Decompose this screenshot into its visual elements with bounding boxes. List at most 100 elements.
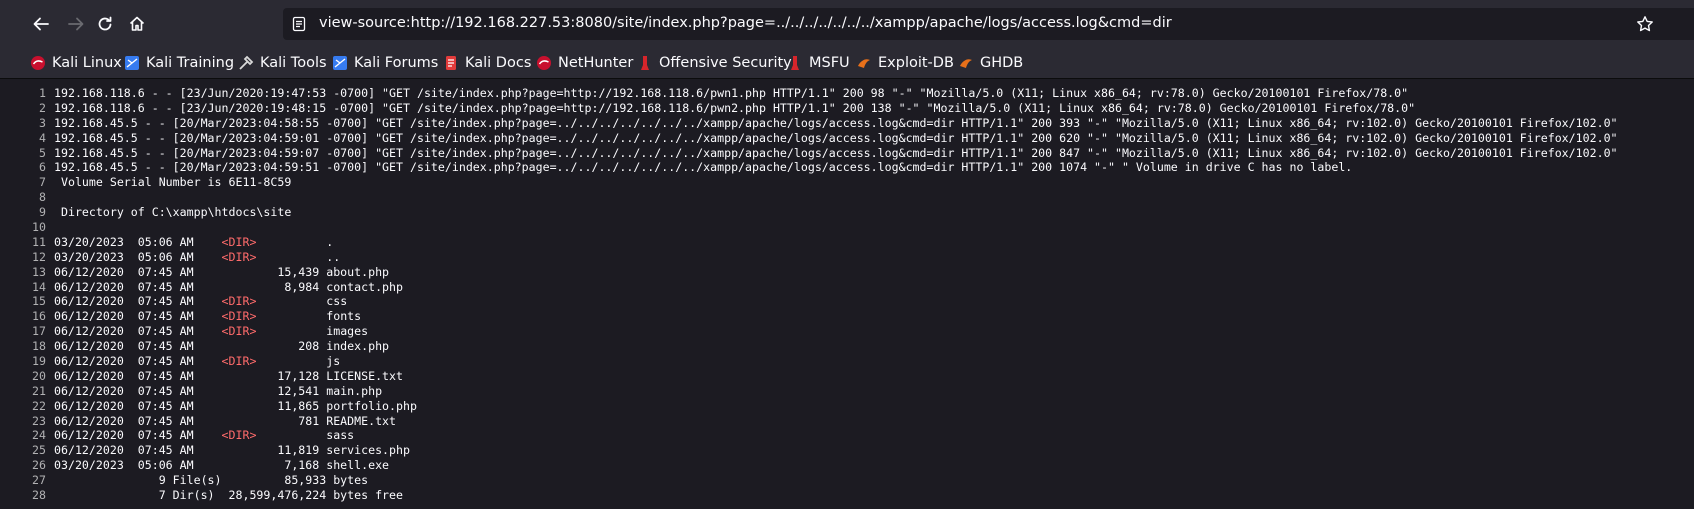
line-text-main: 06/12/2020 07:45 AM 17,128 LICENSE.txt xyxy=(54,368,404,383)
offensive-security-icon xyxy=(637,55,653,71)
source-line: 17 06/12/2020 07:45 AM <DIR> images xyxy=(0,324,1694,339)
bookmark-star-icon[interactable] xyxy=(1636,15,1654,37)
line-text-main: 192.168.118.6 - - [23/Jun/2020:19:47:53 … xyxy=(54,86,1409,100)
line-number: 13 xyxy=(32,264,46,279)
line-text-main: 03/20/2023 05:06 AM 7,168 shell.exe xyxy=(54,458,390,473)
source-line: 27 9 File(s) 85,933 bytes xyxy=(0,473,1694,488)
source-line: 9 Directory of C:\xampp\htdocs\site xyxy=(0,205,1694,220)
line-number: 27 xyxy=(32,473,46,488)
line-number: 28 xyxy=(32,488,46,503)
line-number: 26 xyxy=(32,458,46,473)
bookmark-nethunter[interactable]: NetHunter xyxy=(536,53,633,73)
source-line: 4 192.168.45.5 - - [20/Mar/2023:04:59:01 … xyxy=(0,131,1694,146)
kali-docs-icon xyxy=(443,55,459,71)
line-text-main: 06/12/2020 07:45 AM 11,819 services.php xyxy=(54,443,410,458)
line-text: 06/12/2020 07:45 AM 208 index.php xyxy=(54,339,389,354)
line-text-main: 192.168.45.5 - - [20/Mar/2023:04:59:01 -… xyxy=(54,130,1618,145)
line-text-main: 192.168.45.5 - - [20/Mar/2023:04:59:07 -… xyxy=(54,145,1618,160)
browser-toolbar: view-source:http://192.168.227.53:8080/s… xyxy=(0,0,1694,48)
bookmark-ghdb[interactable]: GHDB xyxy=(958,53,1023,73)
dir-tag: <DIR> xyxy=(221,234,257,249)
line-text: 06/12/2020 07:45 AM 17,128 LICENSE.txt xyxy=(54,369,403,384)
bookmark-kali-docs[interactable]: Kali Docs xyxy=(443,53,531,73)
line-text: 06/12/2020 07:45 AM <DIR> js xyxy=(54,354,340,369)
forward-button[interactable] xyxy=(62,10,90,38)
line-number: 21 xyxy=(32,383,46,398)
source-line: 3 192.168.45.5 - - [20/Mar/2023:04:58:55 … xyxy=(0,116,1694,131)
line-number: 17 xyxy=(32,324,46,339)
line-number: 4 xyxy=(39,130,46,145)
bookmark-kali-forums[interactable]: Kali Forums xyxy=(332,53,438,73)
bookmark-kali-linux[interactable]: Kali Linux xyxy=(30,53,122,73)
line-number: 11 xyxy=(32,234,46,249)
bookmark-label: NetHunter xyxy=(558,55,634,71)
source-line: 5 192.168.45.5 - - [20/Mar/2023:04:59:07 … xyxy=(0,146,1694,161)
source-line: 1 192.168.118.6 - - [23/Jun/2020:19:47:53… xyxy=(0,86,1694,101)
arrow-right-icon xyxy=(68,17,84,31)
line-text: 06/12/2020 07:45 AM 8,984 contact.php xyxy=(54,280,403,295)
bookmark-label: GHDB xyxy=(980,55,1024,71)
bookmark-kali-tools[interactable]: Kali Tools xyxy=(238,53,327,73)
source-line: 13 06/12/2020 07:45 AM 15,439 about.php xyxy=(0,265,1694,280)
line-text-main: 7 Dir(s) 28,599,476,224 bytes free xyxy=(54,488,404,503)
source-line: 8 xyxy=(0,190,1694,205)
line-text-main: Volume Serial Number is 6E11-8C59 xyxy=(54,175,292,190)
line-number: 18 xyxy=(32,339,46,354)
bookmark-exploit-db[interactable]: Exploit-DB xyxy=(856,53,954,73)
line-text: 192.168.118.6 - - [23/Jun/2020:19:48:15 … xyxy=(54,101,1415,116)
line-number: 16 xyxy=(32,309,46,324)
line-number: 19 xyxy=(32,354,46,369)
source-line: 14 06/12/2020 07:45 AM 8,984 contact.php xyxy=(0,280,1694,295)
page-icon xyxy=(291,16,307,36)
line-number: 14 xyxy=(32,279,46,294)
url-text[interactable]: view-source:http://192.168.227.53:8080/s… xyxy=(319,15,1172,31)
bookmark-offensive-security[interactable]: Offensive Security xyxy=(637,53,792,73)
line-text-main: 06/12/2020 07:45 AM 8,984 contact.php xyxy=(54,279,404,294)
dir-tag: <DIR> xyxy=(221,309,257,324)
line-text: 7 Dir(s) 28,599,476,224 bytes free xyxy=(54,488,403,503)
bookmarks-toolbar: Kali Linux Kali Training Kali Tools Kali… xyxy=(0,48,1694,79)
line-number: 1 xyxy=(39,86,46,100)
bookmark-label: Offensive Security xyxy=(659,55,792,71)
source-line: 16 06/12/2020 07:45 AM <DIR> fonts xyxy=(0,309,1694,324)
dir-tag: <DIR> xyxy=(221,249,257,264)
line-text: 06/12/2020 07:45 AM <DIR> css xyxy=(54,294,347,309)
address-bar[interactable]: view-source:http://192.168.227.53:8080/s… xyxy=(283,8,1694,40)
line-text-main: 03/20/2023 05:06 AM xyxy=(54,249,222,264)
line-number: 8 xyxy=(39,190,46,205)
source-line: 26 03/20/2023 05:06 AM 7,168 shell.exe xyxy=(0,458,1694,473)
line-text-main: 192.168.45.5 - - [20/Mar/2023:04:59:51 -… xyxy=(54,160,1353,175)
line-text-main: 06/12/2020 07:45 AM 781 README.txt xyxy=(54,413,397,428)
nethunter-icon xyxy=(536,55,552,71)
line-number: 24 xyxy=(32,428,46,443)
bookmark-kali-training[interactable]: Kali Training xyxy=(124,53,234,73)
line-text-main: 9 File(s) 85,933 bytes xyxy=(54,473,369,488)
line-text-entry: sass xyxy=(256,428,355,443)
reload-icon xyxy=(98,16,112,31)
source-line: 20 06/12/2020 07:45 AM 17,128 LICENSE.txt xyxy=(0,369,1694,384)
kali-forums-icon xyxy=(332,55,348,71)
source-line: 2 192.168.118.6 - - [23/Jun/2020:19:48:15… xyxy=(0,101,1694,116)
line-text: 06/12/2020 07:45 AM 781 README.txt xyxy=(54,414,396,429)
kali-training-icon xyxy=(124,55,140,71)
bookmark-msfu[interactable]: MSFU xyxy=(787,53,850,73)
line-text-entry: fonts xyxy=(256,309,362,324)
line-text: 192.168.45.5 - - [20/Mar/2023:04:59:51 -… xyxy=(54,160,1352,175)
source-line: 11 03/20/2023 05:06 AM <DIR> . xyxy=(0,235,1694,250)
line-text: 03/20/2023 05:06 AM <DIR> . xyxy=(54,235,333,250)
line-number: 15 xyxy=(32,294,46,309)
home-button[interactable] xyxy=(123,10,151,38)
line-text-main: 06/12/2020 07:45 AM 12,541 main.php xyxy=(54,383,383,398)
back-button[interactable] xyxy=(27,10,55,38)
reload-button[interactable] xyxy=(91,10,119,38)
line-text-entry: js xyxy=(256,354,341,369)
home-icon xyxy=(129,16,145,31)
bookmark-label: Kali Forums xyxy=(354,55,439,71)
line-text-main: Directory of C:\xampp\htdocs\site xyxy=(54,205,292,220)
line-text-entry: images xyxy=(256,324,369,339)
line-text-main: 06/12/2020 07:45 AM xyxy=(54,354,222,369)
line-number: 12 xyxy=(32,249,46,264)
exploit-db-icon xyxy=(856,55,872,71)
line-text-main: 03/20/2023 05:06 AM xyxy=(54,234,222,249)
line-text-main: 06/12/2020 07:45 AM xyxy=(54,294,222,309)
